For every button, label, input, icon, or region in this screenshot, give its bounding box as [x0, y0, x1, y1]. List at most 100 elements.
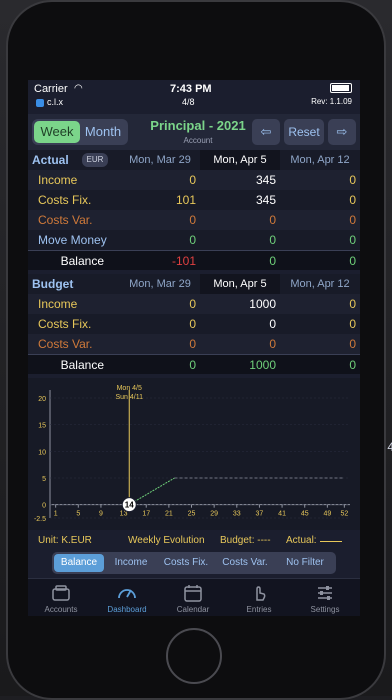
- filter-income[interactable]: Income: [106, 554, 156, 572]
- series-actual: [128, 477, 175, 506]
- week-button[interactable]: Week: [34, 121, 80, 143]
- x-tick-label: 25: [188, 511, 196, 518]
- cell-value[interactable]: 1000: [200, 294, 280, 314]
- accounts-icon: [52, 585, 70, 601]
- battery-icon: [330, 83, 352, 93]
- marker-label: Mon 4/5: [117, 385, 142, 392]
- budget-table: Budget Mon, Mar 29 Mon, Apr 5 Mon, Apr 1…: [28, 274, 360, 374]
- date-header-current[interactable]: Mon, Apr 5: [200, 150, 280, 170]
- table-row[interactable]: Costs Var. 0 0 0: [28, 334, 360, 354]
- tab-label: Accounts: [44, 605, 78, 614]
- balance-value: 0: [269, 254, 276, 268]
- balance-value: 0: [349, 358, 356, 372]
- balance-label: Balance: [60, 254, 104, 268]
- budget-title: Budget: [32, 277, 74, 291]
- status-bar: Carrier ◠ 7:43 PM c.l.x 4/8 Rev: 1.1.09: [28, 80, 360, 110]
- cell-value[interactable]: 0: [280, 170, 360, 190]
- next-arrow-button[interactable]: ⇨: [328, 119, 356, 145]
- cell-value[interactable]: 0: [120, 210, 200, 230]
- filter-segmented-control: Balance Income Costs Fix. Costs Var. No …: [52, 552, 336, 574]
- budget-header-row: Budget Mon, Mar 29 Mon, Apr 5 Mon, Apr 1…: [28, 274, 360, 294]
- cell-value[interactable]: 0: [280, 230, 360, 250]
- date-header[interactable]: Mon, Mar 29: [120, 150, 200, 170]
- date-header[interactable]: Mon, Mar 29: [120, 274, 200, 294]
- unit-label: Unit: K.EUR: [38, 535, 92, 546]
- cell-value[interactable]: 0: [200, 334, 280, 354]
- cell-value[interactable]: 0: [280, 210, 360, 230]
- balance-value: 0: [349, 254, 356, 268]
- filter-costs-fix[interactable]: Costs Fix.: [158, 554, 214, 572]
- cell-value[interactable]: 0: [120, 170, 200, 190]
- cell-value[interactable]: 0: [200, 230, 280, 250]
- filter-costs-var[interactable]: Costs Var.: [216, 554, 274, 572]
- cell-value[interactable]: 0: [200, 314, 280, 334]
- tab-calendar[interactable]: Calendar: [160, 579, 226, 616]
- y-tick-label: 15: [38, 423, 46, 430]
- table-row[interactable]: Income 0 345 0: [28, 170, 360, 190]
- actual-header-row: Actual EUR Mon, Mar 29 Mon, Apr 5 Mon, A…: [28, 150, 360, 170]
- cell-value[interactable]: 0: [280, 314, 360, 334]
- month-button[interactable]: Month: [80, 121, 126, 143]
- account-subtitle: Account: [183, 136, 213, 145]
- tab-label: Calendar: [176, 605, 210, 614]
- reset-button[interactable]: Reset: [284, 119, 324, 145]
- app-screen: Carrier ◠ 7:43 PM c.l.x 4/8 Rev: 1.1.09 …: [28, 80, 360, 616]
- hand-pointer-icon: [256, 586, 266, 601]
- tab-label: Settings: [310, 605, 340, 614]
- tab-entries[interactable]: Entries: [226, 579, 292, 616]
- chart-svg: 20151050-2.5 1 5 9 13 17 21 25 29 33 37 41 45 49 52 1…: [34, 385, 350, 523]
- date-header[interactable]: Mon, Apr 12: [280, 150, 360, 170]
- table-row[interactable]: Costs Var. 0 0 0: [28, 210, 360, 230]
- cell-value[interactable]: 0: [200, 210, 280, 230]
- filter-balance[interactable]: Balance: [54, 554, 104, 572]
- y-tick-label: 0: [42, 503, 46, 510]
- tab-label: Entries: [246, 605, 272, 614]
- row-label: Income: [38, 297, 78, 311]
- cell-value[interactable]: 0: [120, 334, 200, 354]
- table-row[interactable]: Costs Fix. 101 345 0: [28, 190, 360, 210]
- carrier-label: Carrier: [34, 83, 68, 95]
- tab-dashboard[interactable]: Dashboard: [94, 579, 160, 616]
- date-header-current[interactable]: Mon, Apr 5: [200, 274, 280, 294]
- row-label: Costs Fix.: [38, 193, 92, 207]
- tab-accounts[interactable]: Accounts: [28, 579, 94, 616]
- actual-legend: Actual:: [286, 535, 317, 546]
- tab-bar: Accounts Dashboard Calendar Entries Sett…: [28, 578, 360, 616]
- balance-value: 1000: [249, 358, 276, 372]
- previous-arrow-button[interactable]: ⇦: [252, 119, 280, 145]
- row-label: Costs Var.: [38, 213, 93, 227]
- x-tick-label: 9: [99, 511, 103, 518]
- cell-value[interactable]: 0: [280, 334, 360, 354]
- table-row[interactable]: Costs Fix. 0 0 0: [28, 314, 360, 334]
- cell-value[interactable]: 0: [120, 230, 200, 250]
- revision-label: Rev: 1.1.09: [311, 97, 352, 106]
- sliders-icon: [318, 586, 332, 600]
- cell-value[interactable]: 0: [120, 294, 200, 314]
- x-tick-label: 1: [54, 511, 58, 518]
- y-tick-label: -2.5: [34, 516, 46, 523]
- cell-value[interactable]: 101: [120, 190, 200, 210]
- filter-none[interactable]: No Filter: [276, 554, 334, 572]
- cell-value[interactable]: 0: [120, 314, 200, 334]
- cell-value[interactable]: 0: [280, 190, 360, 210]
- tab-settings[interactable]: Settings: [292, 579, 358, 616]
- app-name: c.l.x: [36, 97, 63, 107]
- cell-value[interactable]: 345: [200, 170, 280, 190]
- x-tick-label: 49: [323, 511, 331, 518]
- cell-value[interactable]: 0: [280, 294, 360, 314]
- clock: 7:43 PM: [170, 83, 212, 95]
- row-label: Income: [38, 173, 78, 187]
- balance-row: Balance 0 1000 0: [28, 354, 360, 374]
- home-button[interactable]: [166, 628, 222, 684]
- background-text: 4: [387, 440, 392, 454]
- weekly-evolution-chart[interactable]: 20 15 10 5 0 -2.5 1 5 9 13 17 21 25 29 33 37 41 45 49 52 1…: [28, 378, 360, 530]
- row-label: Costs Fix.: [38, 317, 92, 331]
- table-row[interactable]: Move Money 0 0 0: [28, 230, 360, 250]
- tab-label: Dashboard: [107, 605, 147, 614]
- currency-badge[interactable]: EUR: [82, 153, 108, 167]
- date-header[interactable]: Mon, Apr 12: [280, 274, 360, 294]
- marker-label: Sun 4/11: [115, 394, 143, 401]
- account-title[interactable]: Principal - 2021: [138, 118, 258, 133]
- table-row[interactable]: Income 0 1000 0: [28, 294, 360, 314]
- cell-value[interactable]: 345: [200, 190, 280, 210]
